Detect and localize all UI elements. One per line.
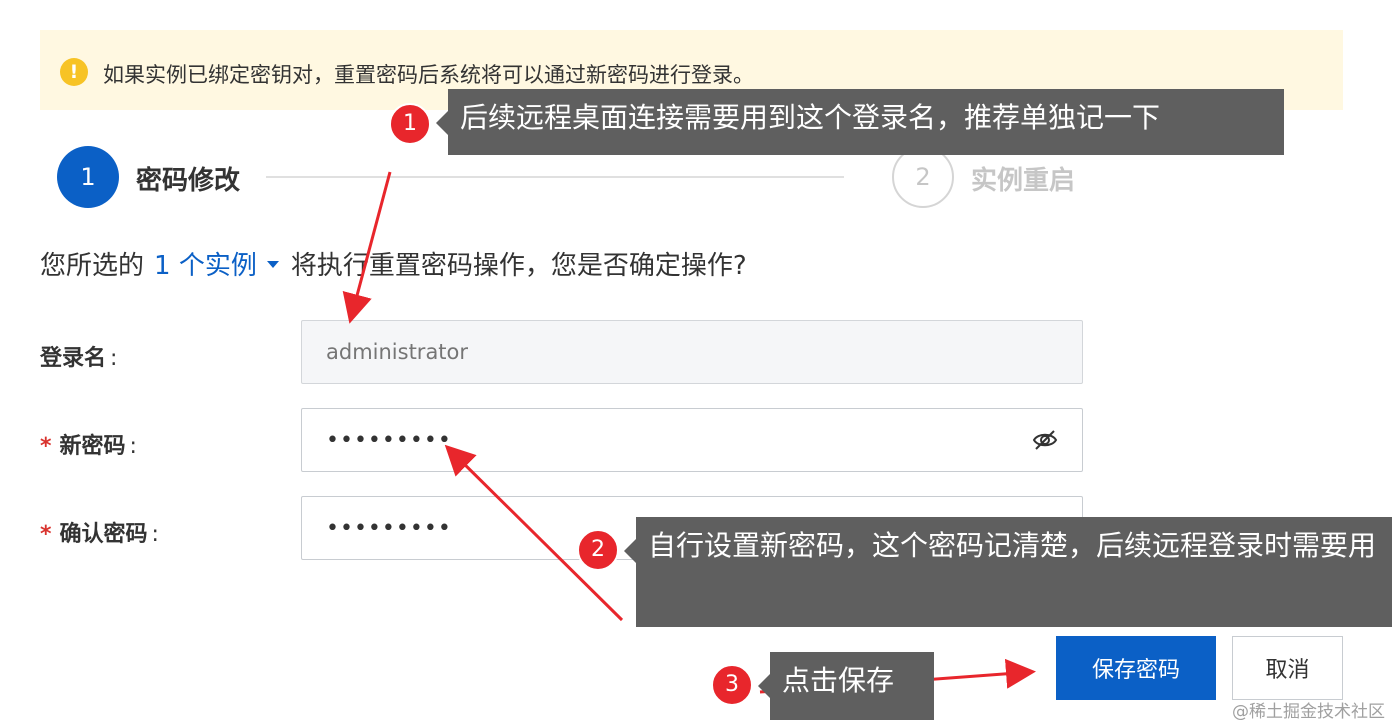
step-2-number: 2 xyxy=(892,146,954,208)
step-1-number: 1 xyxy=(57,146,119,208)
caret-down-icon[interactable] xyxy=(266,261,279,268)
cancel-button[interactable]: 取消 xyxy=(1232,636,1343,700)
step-2-label: 实例重启 xyxy=(971,166,1076,196)
new-password-colon: : xyxy=(129,434,137,459)
confirm-password-label: * 确认密码: xyxy=(40,516,159,548)
save-password-button[interactable]: 保存密码 xyxy=(1056,636,1216,700)
alert-text: 如果实例已绑定密钥对，重置密码后系统将可以通过新密码进行登录。 xyxy=(103,63,754,87)
annotation-callout-2: 自行设置新密码，这个密码记清楚，后续远程登录时需要用 xyxy=(624,517,1392,627)
instance-count-link[interactable]: 1 个实例 xyxy=(154,251,257,281)
annotation-badge-2: 2 xyxy=(577,529,619,571)
annotation-callout-1: 后续远程桌面连接需要用到这个登录名，推荐单独记一下 xyxy=(436,89,1284,155)
confirm-password-label-text: 确认密码 xyxy=(59,522,148,547)
watermark: @稀土掘金技术社区 xyxy=(1232,702,1385,722)
login-name-label-text: 登录名 xyxy=(40,346,107,371)
new-password-label: * 新密码: xyxy=(40,428,137,460)
new-password-label-text: 新密码 xyxy=(59,434,126,459)
step-1-label: 密码修改 xyxy=(136,166,241,196)
annotation-callout-3: 点击保存 xyxy=(758,652,934,720)
required-mark: * xyxy=(40,522,52,547)
warning-icon: ! xyxy=(60,58,88,86)
step-connector xyxy=(266,176,844,178)
selection-summary: 您所选的 1 个实例 将执行重置密码操作，您是否确定操作? xyxy=(40,245,747,282)
annotation-badge-1: 1 xyxy=(389,103,431,145)
login-name-input[interactable] xyxy=(301,320,1083,384)
confirm-password-colon: : xyxy=(151,522,159,547)
selection-suffix: 将执行重置密码操作，您是否确定操作? xyxy=(290,251,747,281)
selection-prefix: 您所选的 xyxy=(40,251,145,281)
required-mark: * xyxy=(40,434,52,459)
annotation-badge-3: 3 xyxy=(711,664,753,706)
login-name-colon: : xyxy=(110,346,118,371)
eye-slash-icon[interactable] xyxy=(1031,426,1059,454)
login-name-label: 登录名: xyxy=(40,340,117,372)
new-password-input[interactable] xyxy=(301,408,1083,472)
